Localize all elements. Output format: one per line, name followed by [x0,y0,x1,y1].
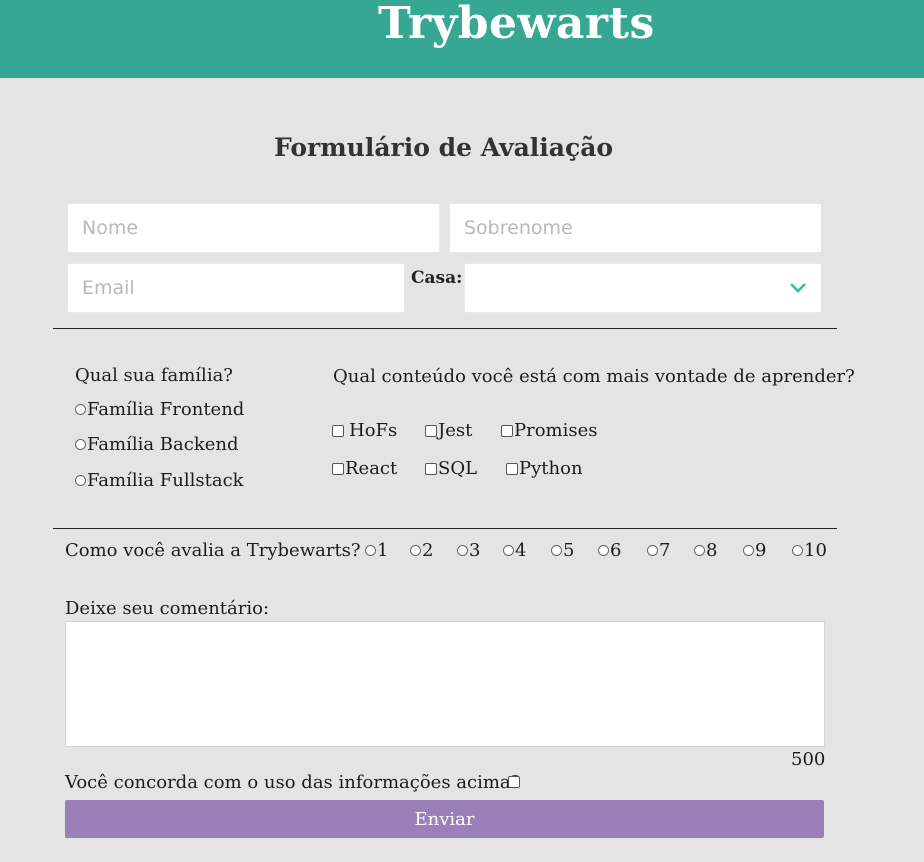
last-name-input[interactable] [449,203,822,253]
content-option-label: HoFs [349,420,398,441]
rating-option-6[interactable]: 6 [598,540,621,561]
rating-option-label: 9 [755,540,767,561]
header-bar: Trybewarts [0,0,924,78]
rating-option-label: 2 [422,540,434,561]
rating-option-2[interactable]: 2 [410,540,433,561]
content-option-python[interactable]: Python [506,458,583,479]
radio-button[interactable] [551,545,562,556]
rating-question: Como você avalia a Trybewarts? [65,540,361,561]
rating-option-9[interactable]: 9 [743,540,766,561]
content-question: Qual conteúdo você está com mais vontade… [333,366,855,387]
family-option-frontend[interactable]: Família Frontend [75,399,244,420]
rating-option-3[interactable]: 3 [457,540,480,561]
first-name-input[interactable] [67,203,440,253]
radio-button[interactable] [365,545,376,556]
content-option-label: SQL [438,458,478,479]
radio-button[interactable] [743,545,754,556]
rating-option-label: 5 [563,540,575,561]
family-option-label: Família Backend [87,434,239,455]
comment-textarea[interactable] [65,621,825,747]
checkbox[interactable] [425,462,437,475]
family-option-label: Família Fullstack [87,470,244,491]
content-option-label: Promises [514,420,598,441]
rating-option-label: 7 [659,540,671,561]
family-option-label: Família Frontend [87,399,245,420]
radio-button[interactable] [647,545,658,556]
checkbox[interactable] [501,424,513,437]
agreement-label: Você concorda com o uso das informações … [65,772,521,793]
radio-button[interactable] [75,404,86,415]
divider [53,528,837,529]
family-option-fullstack[interactable]: Família Fullstack [75,470,244,491]
submit-button[interactable]: Enviar [65,800,824,838]
form-title: Formulário de Avaliação [274,133,614,162]
family-question: Qual sua família? [75,365,233,386]
house-label: Casa: [411,268,463,288]
content-option-react[interactable]: React [332,458,397,479]
content-option-sql[interactable]: SQL [425,458,477,479]
checkbox[interactable] [332,424,344,437]
radio-button[interactable] [598,545,609,556]
rating-option-8[interactable]: 8 [694,540,717,561]
character-counter: 500 [791,749,826,770]
family-option-backend[interactable]: Família Backend [75,434,239,455]
comment-label: Deixe seu comentário: [65,598,270,619]
rating-option-label: 10 [804,540,827,561]
content-option-label: React [345,458,398,479]
rating-option-label: 6 [610,540,622,561]
content-option-promises[interactable]: Promises [501,420,598,441]
radio-button[interactable] [75,439,86,450]
radio-button[interactable] [457,545,468,556]
house-select[interactable] [464,263,822,313]
content-option-jest[interactable]: Jest [425,420,472,441]
divider [53,328,837,329]
rating-option-7[interactable]: 7 [647,540,670,561]
radio-button[interactable] [503,545,514,556]
checkbox[interactable] [425,424,437,437]
rating-option-1[interactable]: 1 [365,540,388,561]
rating-option-4[interactable]: 4 [503,540,526,561]
radio-button[interactable] [792,545,803,556]
radio-button[interactable] [410,545,421,556]
rating-option-10[interactable]: 10 [792,540,827,561]
rating-option-label: 3 [469,540,481,561]
rating-option-5[interactable]: 5 [551,540,574,561]
agreement-checkbox[interactable] [508,776,520,788]
email-input[interactable] [67,263,405,313]
checkbox[interactable] [332,462,344,475]
content-option-label: Python [519,458,583,479]
rating-option-label: 4 [515,540,527,561]
site-title: Trybewarts [378,0,655,49]
chevron-down-icon [789,279,807,298]
content-option-label: Jest [438,420,473,441]
rating-option-label: 8 [706,540,718,561]
content-option-hofs[interactable]: HoFs [332,420,397,441]
rating-option-label: 1 [377,540,389,561]
checkbox[interactable] [506,462,518,475]
radio-button[interactable] [694,545,705,556]
radio-button[interactable] [75,475,86,486]
